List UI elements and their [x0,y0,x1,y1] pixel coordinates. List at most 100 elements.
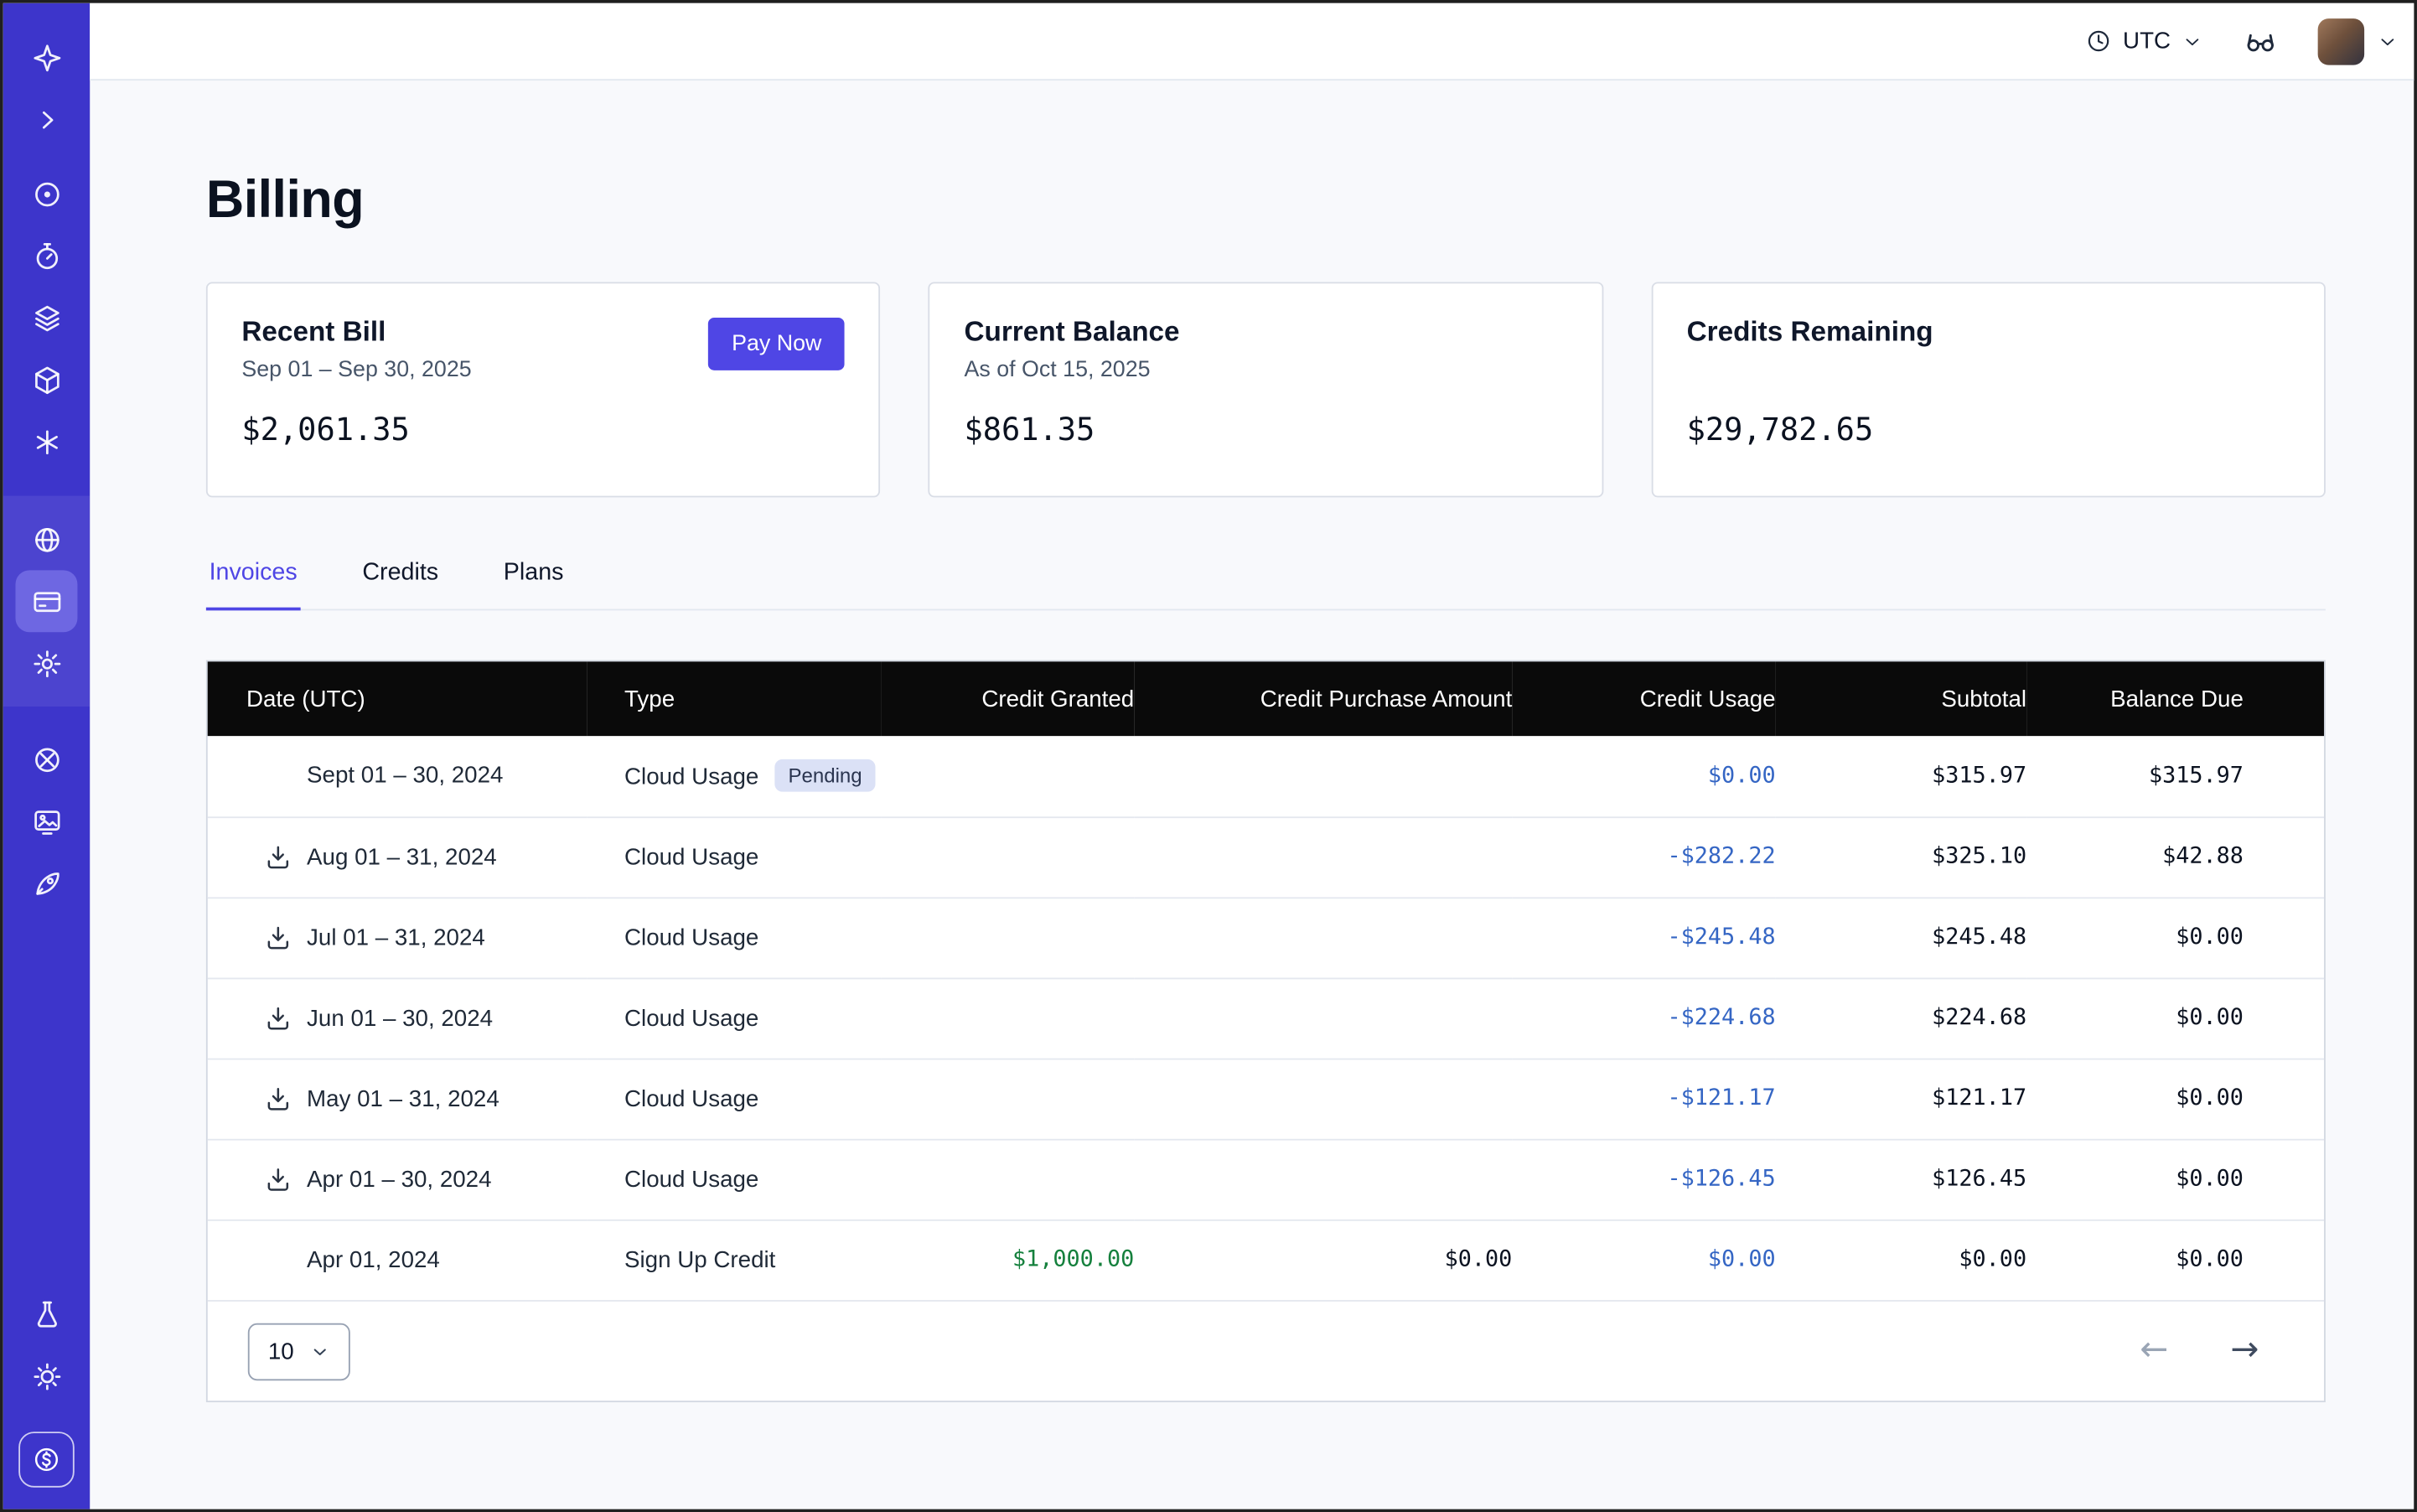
credit-usage: $0.00 [1512,736,1775,816]
credit-purchase-amount: $0.00 [1134,1219,1512,1300]
invoice-type: Cloud Usage [624,1166,758,1192]
download-invoice-icon[interactable] [261,1162,295,1197]
sidebar-nav-top [15,163,77,473]
credit-usage: -$121.17 [1512,1059,1775,1139]
balance-due: $315.97 [2026,736,2324,816]
radar-icon[interactable] [15,163,77,225]
next-page-icon[interactable]: → [2230,1334,2259,1369]
column-header-date: Date (UTC) [208,661,587,736]
download-invoice-icon[interactable] [261,840,295,874]
current-balance-amount: $861.35 [964,411,1567,448]
page-size-select[interactable]: 10 [248,1323,349,1380]
invoice-type: Cloud Usage [624,924,758,950]
credit-purchase-amount [1134,1139,1512,1219]
sun-icon[interactable] [15,1345,77,1407]
globe-icon[interactable] [15,508,77,570]
page-size-value: 10 [268,1338,294,1364]
current-balance-card: Current Balance As of Oct 15, 2025 $861.… [929,282,1603,497]
status-badge: Pending [774,759,876,792]
invoice-type: Cloud Usage [624,764,758,790]
billing-page: UTC Billing Recent Bill Sep 01 – Sep 30,… [0,0,2417,1512]
sidebar-expand-icon[interactable] [15,88,77,150]
invoice-date: May 01 – 31, 2024 [307,1085,499,1111]
subtotal: $245.48 [1776,897,2026,977]
credit-purchase-amount [1134,816,1512,897]
sidebar [3,3,91,1509]
flask-icon[interactable] [15,1283,77,1345]
card-subtitle: As of Oct 15, 2025 [964,358,1567,389]
screen-image-icon[interactable] [15,790,77,852]
subtotal: $121.17 [1776,1059,2026,1139]
credits-remaining-card: Credits Remaining $29,782.65 [1651,282,2326,497]
asterisk-icon[interactable] [15,411,77,473]
billing-card-icon[interactable] [15,570,77,632]
invoice-date: Apr 01 – 30, 2024 [307,1166,491,1192]
credits-dollar-icon[interactable] [18,1432,75,1488]
credit-granted [882,1059,1134,1139]
billing-tabs: Invoices Credits Plans [206,559,2326,610]
balance-due: $0.00 [2026,978,2324,1059]
cube-icon[interactable] [15,349,77,411]
timezone-selector[interactable]: UTC [2086,28,2203,54]
invoice-type: Cloud Usage [624,844,758,870]
balance-due: $0.00 [2026,1139,2324,1219]
invoice-date: Aug 01 – 31, 2024 [307,844,497,870]
user-menu[interactable] [2318,18,2399,64]
credit-granted [882,816,1134,897]
credit-granted: $1,000.00 [882,1219,1134,1300]
table-row: Sept 01 – 30, 2024 Cloud Usage Pending $0… [208,736,2324,816]
credit-usage: -$224.68 [1512,978,1775,1059]
pagination: ← → [2140,1334,2259,1369]
topbar: UTC [90,3,2417,80]
credit-purchase-amount [1134,1059,1512,1139]
column-header-subtotal: Subtotal [1776,661,2026,736]
invoice-type: Cloud Usage [624,1005,758,1031]
page-title: Billing [206,170,2326,230]
credit-granted [882,736,1134,816]
invoice-type: Cloud Usage [624,1085,758,1111]
download-invoice-icon[interactable] [261,1001,295,1035]
sidebar-nav-bottom [15,1283,77,1407]
tab-invoices[interactable]: Invoices [206,559,301,610]
app-logo-icon[interactable] [15,26,77,88]
credit-purchase-amount [1134,978,1512,1059]
invoice-date: Sept 01 – 30, 2024 [307,763,503,789]
table-row: Aug 01 – 31, 2024 Cloud Usage -$282.22 $… [208,816,2324,897]
content: Billing Recent Bill Sep 01 – Sep 30, 202… [90,80,2417,1509]
credit-granted [882,897,1134,977]
clock-icon [2086,28,2112,54]
table-footer: 10 ← → [208,1300,2324,1401]
recent-bill-card: Recent Bill Sep 01 – Sep 30, 2025 $2,061… [206,282,881,497]
subtotal: $224.68 [1776,978,2026,1059]
balance-due: $0.00 [2026,1059,2324,1139]
download-invoice-icon[interactable] [261,920,295,955]
sidebar-nav-billing-group [3,496,91,707]
column-header-credit-usage: Credit Usage [1512,661,1775,736]
chevron-down-icon [2377,30,2399,52]
download-invoice-icon[interactable] [261,1081,295,1116]
invoices-table: Date (UTC) Type Credit Granted Credit Pu… [206,660,2326,1403]
rocket-icon[interactable] [15,852,77,914]
tab-plans[interactable]: Plans [500,559,567,610]
glasses-icon[interactable] [2244,24,2278,59]
column-header-type: Type [587,661,882,736]
subtotal: $315.97 [1776,736,2026,816]
layers-icon[interactable] [15,287,77,349]
timezone-label: UTC [2123,28,2171,54]
subtotal: $0.00 [1776,1219,2026,1300]
settings-gear-icon[interactable] [15,632,77,694]
wheel-icon[interactable] [15,728,77,790]
main-column: UTC Billing Recent Bill Sep 01 – Sep 30,… [90,3,2417,1509]
tab-credits[interactable]: Credits [360,559,442,610]
pay-now-button[interactable]: Pay Now [708,318,845,370]
credit-granted [882,978,1134,1059]
timer-icon[interactable] [15,225,77,287]
previous-page-icon[interactable]: ← [2140,1334,2168,1369]
balance-due: $0.00 [2026,897,2324,977]
subtotal: $325.10 [1776,816,2026,897]
column-header-credit-granted: Credit Granted [882,661,1134,736]
table-row: May 01 – 31, 2024 Cloud Usage -$121.17 $… [208,1059,2324,1139]
user-avatar [2318,18,2364,64]
invoice-date: Jul 01 – 31, 2024 [307,924,485,950]
invoice-date: Apr 01, 2024 [307,1247,440,1273]
